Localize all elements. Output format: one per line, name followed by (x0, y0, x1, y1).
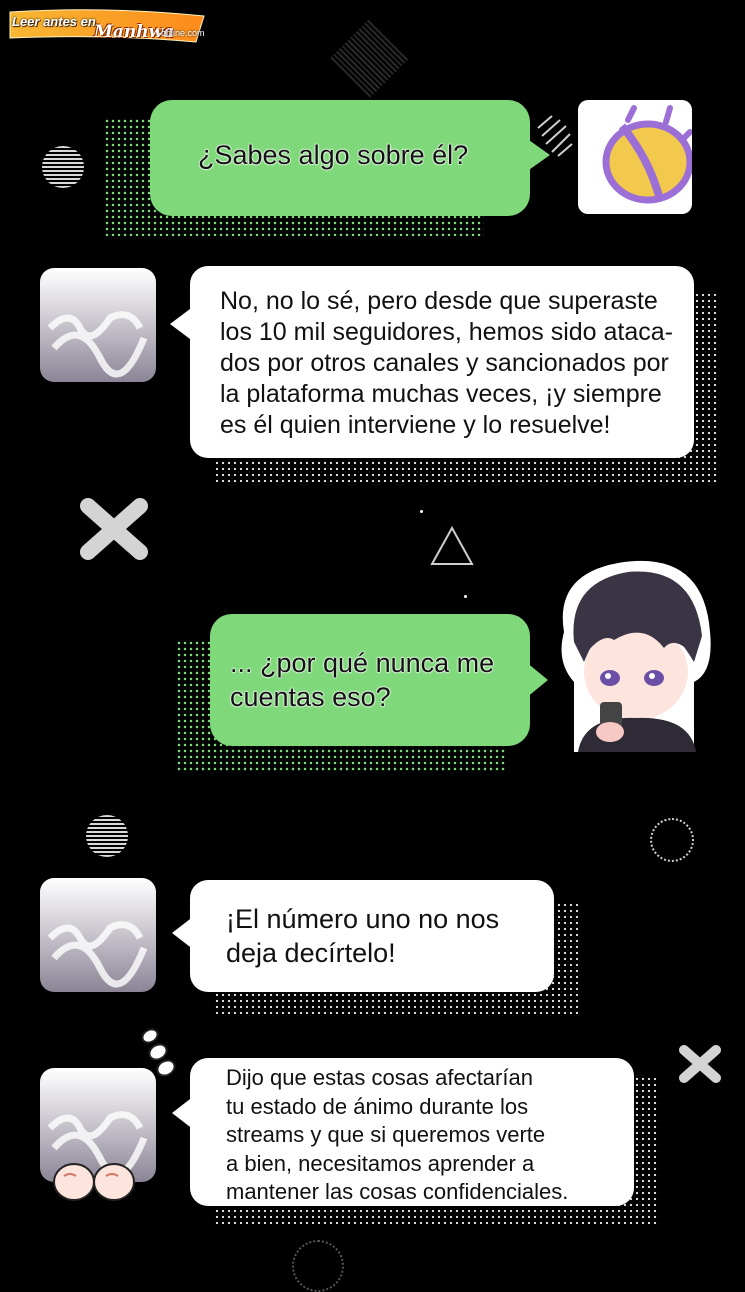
sparkle-dot (420, 510, 423, 513)
message-text: ¿Sabes algo sobre él? (198, 140, 469, 171)
x-mark-icon (679, 1045, 721, 1083)
message-text: ... ¿por qué nunca me cuentas eso? (230, 648, 495, 713)
diamond-icon (330, 18, 410, 98)
dotted-circle-icon (292, 1240, 344, 1292)
message-text: Dijo que estas cosas afectarían tu estad… (226, 1065, 569, 1204)
dotted-circle-icon (650, 818, 694, 862)
sender-avatar (40, 878, 156, 992)
slash-lines-icon (537, 115, 573, 157)
scribble-icon (47, 921, 148, 988)
chibi-character-icon (561, 560, 711, 752)
watermark: Leer antes en Manhwa -online.com (8, 8, 208, 44)
striped-circle-icon (86, 815, 128, 857)
message-bubble-other: Dijo que estas cosas afectarían tu estad… (190, 1058, 634, 1206)
striped-circle-icon (42, 146, 84, 188)
user-avatar (578, 100, 692, 214)
message-text: No, no lo sé, pero desde que superaste l… (220, 287, 674, 439)
message-bubble-user: ... ¿por qué nunca me cuentas eso? (210, 614, 530, 746)
message-text: ¡El número uno no nos deja decírtelo! (226, 904, 500, 968)
message-bubble-other: ¡El número uno no nos deja decírtelo! (190, 880, 554, 992)
message-bubble-user: ¿Sabes algo sobre él? (150, 100, 530, 216)
scribble-icon (47, 311, 148, 378)
watermark-domain: -online.com (158, 28, 205, 38)
sender-avatar (40, 268, 156, 382)
sparkle-dot (464, 595, 467, 598)
x-mark-icon (80, 498, 148, 560)
triangle-icon (430, 526, 474, 565)
watermark-line1: Leer antes en (12, 14, 96, 29)
planet-icon (602, 105, 692, 204)
message-bubble-other: No, no lo sé, pero desde que superaste l… (190, 266, 694, 458)
fists-icon (53, 1163, 135, 1201)
